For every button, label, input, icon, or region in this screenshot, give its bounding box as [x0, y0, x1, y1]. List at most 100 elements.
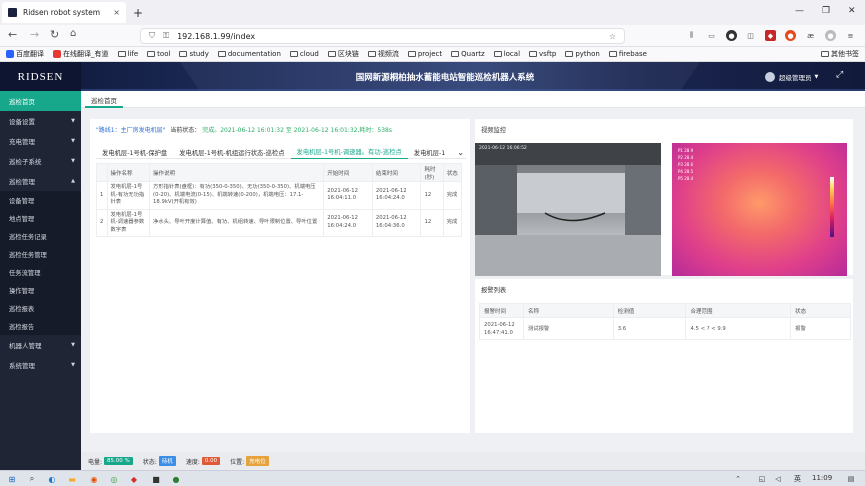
chevron-down-icon: ▼: [814, 74, 819, 80]
jetbrains-icon[interactable]: ■: [150, 473, 162, 485]
table-row[interactable]: 2 发电机层-1号机-调速器参数数字表 净水头、导叶开度计算值、有功、机组转速、…: [96, 208, 463, 237]
search-icon[interactable]: ⌕: [26, 473, 38, 485]
sidebar-item[interactable]: 充电管理 ▼: [0, 131, 81, 151]
bookmark-folder[interactable]: vsftp: [529, 50, 556, 58]
sidebar-item[interactable]: 巡检子系统 ▼: [0, 151, 81, 171]
ublock-icon[interactable]: ◆: [765, 30, 776, 41]
chevron-down-icon: ▼: [71, 138, 75, 144]
bookmark-folder[interactable]: Quartz: [451, 50, 485, 58]
bookmark-folder[interactable]: life: [117, 50, 138, 58]
chevron-down-icon[interactable]: ⌄: [451, 145, 470, 159]
edge-icon[interactable]: ◐: [46, 473, 58, 485]
status-label: 当前状态：: [170, 127, 201, 134]
subtab[interactable]: 发电机层-1: [408, 145, 451, 159]
lock-icon: ⚿: [163, 31, 170, 40]
sidebar-item[interactable]: 设备设置 ▼: [0, 111, 81, 131]
screenshot-icon[interactable]: ◫: [745, 30, 756, 41]
os-taskbar: ⊞ ⌕ ◐ ▬ ◉ ◎ ◆ ■ ● ⌃ ◱ ◁ 英 11:09 ▤: [0, 470, 865, 486]
firefox-icon[interactable]: ◉: [88, 473, 100, 485]
tab-close-icon[interactable]: ×: [113, 8, 120, 17]
bookmark-folder[interactable]: local: [493, 50, 520, 58]
sidebar-item[interactable]: 巡检管理 ▲: [0, 171, 81, 191]
volume-icon[interactable]: ◁: [772, 473, 784, 485]
sidebar-item[interactable]: 巡检任务管理: [0, 245, 81, 263]
camera-scene: [475, 143, 661, 276]
library-icon[interactable]: ⫼: [686, 30, 697, 41]
notification-icon[interactable]: ▤: [845, 473, 857, 485]
menu-icon[interactable]: ≡: [845, 30, 856, 41]
sidebar-item[interactable]: 巡检首页: [0, 91, 81, 111]
thermal-camera-feed[interactable]: P1 28.9 P2 28.4 P3 28.6 P4 28.5 P5 28.4: [672, 143, 847, 276]
sidebar-item[interactable]: 设备管理: [0, 191, 81, 209]
cell-name: 发电机层-1号机-有功无功指针表: [106, 181, 151, 210]
bookmark-item[interactable]: 百度翻译: [6, 49, 44, 59]
tray-chevron-icon[interactable]: ⌃: [732, 473, 744, 485]
network-icon[interactable]: ◱: [756, 473, 768, 485]
bookmark-folder[interactable]: firebase: [608, 50, 647, 58]
app-icon[interactable]: ●: [170, 473, 182, 485]
sidebar-item[interactable]: 巡检报表: [0, 299, 81, 317]
tab-home[interactable]: 巡检首页: [85, 94, 123, 108]
sidebar-item[interactable]: 地点管理: [0, 209, 81, 227]
fullscreen-icon[interactable]: ⤢: [836, 70, 843, 80]
sidebar-item-label: 地点管理: [9, 215, 35, 223]
sidebar-item[interactable]: 巡检报告: [0, 317, 81, 335]
extension-icon[interactable]: ●: [785, 30, 796, 41]
bookmark-folder[interactable]: 视频流: [367, 49, 399, 59]
app-icon[interactable]: ◆: [128, 473, 140, 485]
maximize-button[interactable]: ❐: [822, 6, 830, 16]
bookmark-folder[interactable]: python: [565, 50, 600, 58]
state-badge: 待机: [158, 456, 176, 466]
sidebar-item-label: 巡检管理: [9, 178, 35, 186]
sidebar-item[interactable]: 巡检任务记录: [0, 227, 81, 245]
minimize-button[interactable]: —: [795, 6, 804, 16]
chevron-up-icon: ▲: [71, 178, 75, 184]
explorer-icon[interactable]: ▬: [66, 473, 78, 485]
subtab[interactable]: 发电机层-1号机-保护盘: [96, 145, 173, 159]
sidebar-icon[interactable]: ▭: [706, 30, 717, 41]
ae-icon[interactable]: æ: [805, 30, 816, 41]
user-name: 超级管理员: [779, 74, 812, 82]
home-icon[interactable]: ⌂: [70, 28, 76, 39]
browser-tab[interactable]: Ridsen robot system ×: [2, 2, 126, 23]
bookmark-folder[interactable]: tool: [147, 50, 170, 58]
clock[interactable]: 11:09: [812, 474, 832, 482]
other-bookmarks[interactable]: 其他书签: [821, 49, 859, 59]
position-status: 位置: 充电位: [230, 456, 269, 466]
user-menu[interactable]: 超级管理员 ▼: [765, 72, 818, 82]
chevron-down-icon: ▼: [71, 118, 75, 124]
bookmark-folder[interactable]: project: [407, 50, 442, 58]
back-icon[interactable]: ←: [8, 28, 17, 41]
task-status-line: "路线1：主厂房发电机层" 当前状态： 完成。2021-06-12 16:01:…: [96, 125, 392, 134]
visible-camera-feed[interactable]: 2021-06-12 16:06:52: [475, 143, 661, 276]
folder-icon: [821, 51, 829, 57]
input-language[interactable]: 英: [794, 474, 801, 484]
reload-icon[interactable]: ↻: [50, 28, 59, 41]
forward-icon[interactable]: →: [30, 28, 39, 41]
sidebar-item-label: 操作管理: [9, 287, 35, 295]
extension-icon[interactable]: ●: [726, 30, 737, 41]
bookmark-folder[interactable]: documentation: [217, 50, 281, 58]
alarm-table: 报警时间 名称 检测值 合理范围 状态 2021-06-12 16:47:41.…: [479, 303, 851, 340]
subtab[interactable]: 发电机层-1号机-机组运行状态-巡检点: [173, 145, 290, 159]
close-window-button[interactable]: ✕: [848, 6, 856, 16]
alarm-panel-title: 报警列表: [481, 287, 507, 294]
cell-name: 发电机层-1号机-调速器参数数字表: [106, 208, 151, 237]
subtab-active[interactable]: 发电机层-1号机-调速器。有功-巡检点: [290, 145, 408, 159]
bookmark-folder[interactable]: study: [179, 50, 209, 58]
new-tab-button[interactable]: +: [133, 6, 143, 20]
address-bar[interactable]: ⛉ ⚿ 192.168.1.99/index ☆: [140, 28, 625, 44]
bookmark-star-icon[interactable]: ☆: [609, 32, 616, 41]
bookmark-folder[interactable]: cloud: [289, 50, 319, 58]
sidebar-item[interactable]: 机器人管理 ▼: [0, 335, 81, 355]
table-row[interactable]: 1 发电机层-1号机-有功无功指针表 方形指针表(盘框)：有功(350-0-35…: [96, 181, 463, 210]
table-row[interactable]: 2021-06-12 16:47:41.0 测试报警 3.6 4.5 < ? <…: [479, 317, 851, 340]
sidebar-item[interactable]: 系统管理 ▼: [0, 355, 81, 375]
sidebar-item[interactable]: 任务流管理: [0, 263, 81, 281]
windows-start-icon[interactable]: ⊞: [6, 473, 18, 485]
account-icon[interactable]: ●: [825, 30, 836, 41]
bookmark-folder[interactable]: 区块链: [327, 49, 359, 59]
bookmark-item[interactable]: 在线翻译_有道: [53, 49, 109, 59]
chrome-icon[interactable]: ◎: [108, 473, 120, 485]
sidebar-item[interactable]: 操作管理: [0, 281, 81, 299]
